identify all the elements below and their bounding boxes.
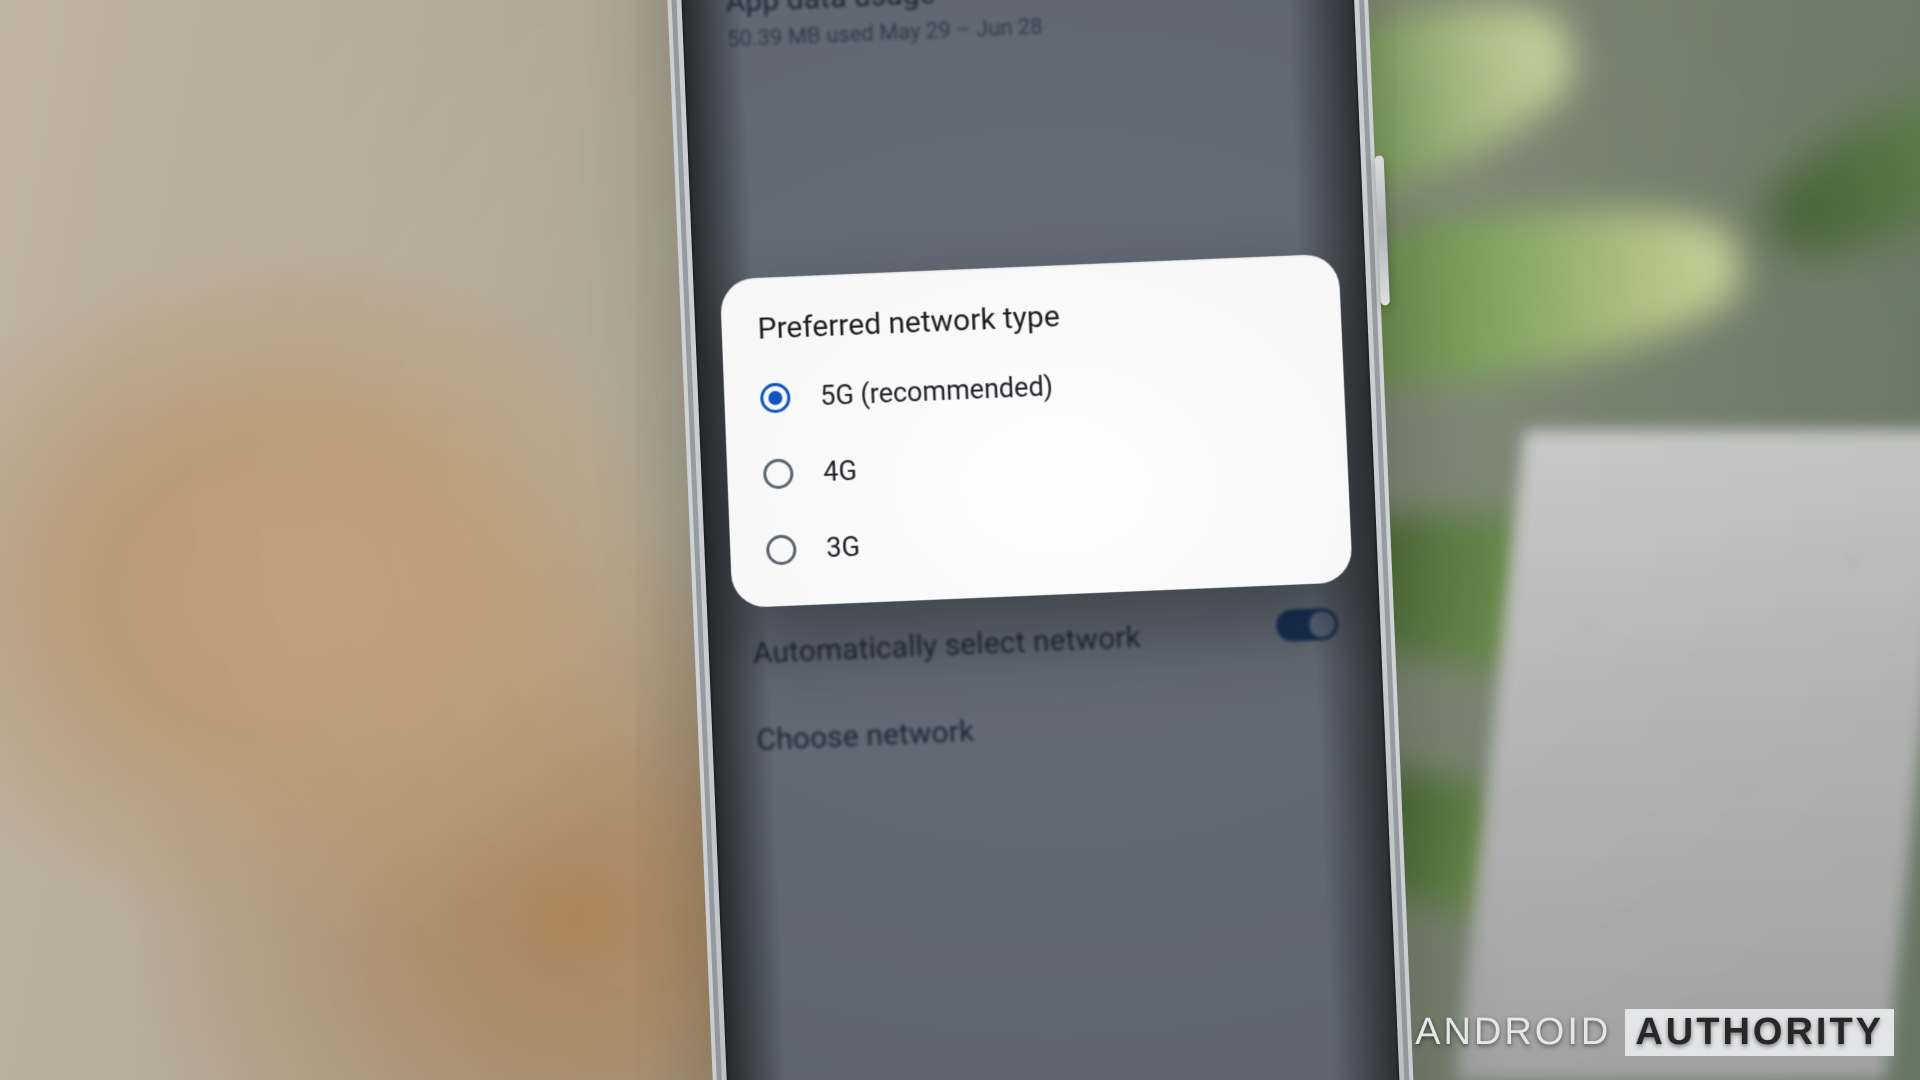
- modal-scrim[interactable]: [673, 0, 1407, 1080]
- settings-row-choose-network[interactable]: Choose network: [711, 671, 1386, 786]
- row-title: Automatically select network: [752, 612, 1337, 671]
- row-title: Choose network: [756, 699, 1341, 758]
- leaf-decor: [1749, 70, 1920, 280]
- settings-row-app-data-usage[interactable]: App data usage 50.39 MB used May 29 – Ju…: [680, 0, 1356, 80]
- network-option-5g[interactable]: 5G (recommended): [753, 338, 1315, 437]
- radio-icon[interactable]: [760, 382, 791, 413]
- phone-screen: Roaming Connect to data services when ro…: [673, 0, 1407, 1080]
- settings-row-date: 2021-09-30: [704, 500, 1377, 563]
- row-subtitle: 50.39 MB used May 29 – Jun 28: [727, 3, 1312, 52]
- section-header-network: Network: [705, 535, 1378, 612]
- preferred-network-type-dialog: Preferred network type 5G (recommended) …: [720, 254, 1353, 609]
- settings-page: Roaming Connect to data services when ro…: [673, 0, 1407, 1080]
- option-label: 5G (recommended): [820, 370, 1054, 412]
- auto-select-network-toggle[interactable]: [1276, 608, 1339, 643]
- network-option-4g[interactable]: 4G: [756, 413, 1319, 512]
- dialog-title: Preferred network type: [757, 289, 1305, 347]
- settings-row-auto-select-network[interactable]: Automatically select network: [707, 584, 1382, 699]
- leaf-decor: [1244, 493, 1777, 697]
- radio-icon[interactable]: [766, 534, 797, 565]
- leaf-decor: [1172, 182, 1749, 418]
- option-label: 4G: [823, 455, 858, 488]
- leaf-decor: [1046, 0, 1593, 286]
- watermark-right: AUTHORITY: [1625, 1009, 1894, 1056]
- radio-icon[interactable]: [763, 458, 794, 489]
- option-label: 3G: [826, 531, 861, 564]
- watermark-left: ANDROID: [1415, 1011, 1611, 1054]
- row-title: App data usage: [725, 0, 1310, 20]
- network-option-3g[interactable]: 3G: [759, 489, 1322, 589]
- watermark: ANDROID AUTHORITY: [1415, 1009, 1894, 1056]
- leaf-decor: [1231, 731, 1670, 959]
- row-subtitle: 2021-09-30: [748, 502, 1333, 551]
- plant-stand: [1456, 430, 1920, 1080]
- phone: Roaming Connect to data services when ro…: [658, 0, 1421, 1080]
- curved-edge-shade: [673, 0, 1407, 1080]
- photo-backdrop: Roaming Connect to data services when ro…: [0, 0, 1920, 1080]
